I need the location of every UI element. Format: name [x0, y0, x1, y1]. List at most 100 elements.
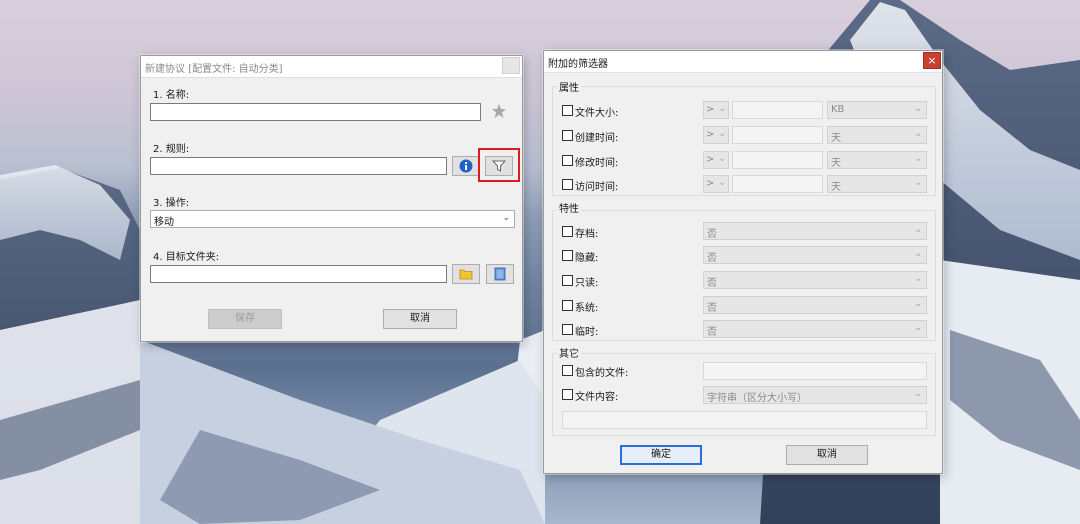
attribute-label: 存档: — [575, 229, 599, 240]
filter-cancel-button[interactable]: 取消 — [786, 445, 868, 465]
include-files-label: 包含的文件: — [575, 368, 629, 379]
chevron-down-icon: ⌄ — [718, 154, 726, 164]
property-unit-value: 天 — [831, 182, 841, 193]
action-label: 3. 操作: — [153, 198, 190, 209]
property-operator-value: > — [706, 154, 715, 165]
save-button[interactable]: 保存 — [208, 309, 282, 329]
property-checkbox[interactable] — [562, 130, 573, 141]
property-operator-value: > — [706, 178, 715, 189]
properties-group-label: 属性 — [557, 79, 581, 94]
attribute-label: 临时: — [575, 327, 599, 338]
file-content-label: 文件内容: — [575, 392, 619, 403]
chevron-down-icon: ⌄ — [914, 104, 922, 114]
action-select[interactable]: 移动 ⌄ — [150, 210, 515, 228]
attribute-checkbox[interactable] — [562, 275, 573, 286]
property-value-input[interactable] — [732, 126, 823, 144]
file-content-text-input[interactable] — [562, 411, 927, 429]
filter-button[interactable] — [485, 156, 513, 176]
chevron-down-icon: ⌄ — [914, 129, 922, 139]
name-label: 1. 名称: — [153, 90, 190, 101]
property-label: 访问时间: — [575, 182, 619, 193]
property-checkbox[interactable] — [562, 105, 573, 116]
rule-label: 2. 规则: — [153, 144, 190, 155]
property-label: 创建时间: — [575, 133, 619, 144]
attribute-value-select[interactable]: 否 ⌄ — [703, 296, 927, 314]
attribute-value-select[interactable]: 否 ⌄ — [703, 222, 927, 240]
close-icon[interactable]: × — [923, 52, 941, 69]
property-unit-select[interactable]: 天 ⌄ — [827, 126, 927, 144]
property-label: 文件大小: — [575, 108, 619, 119]
attribute-value: 否 — [707, 278, 717, 289]
target-folder-label: 4. 目标文件夹: — [153, 252, 220, 263]
attribute-checkbox[interactable] — [562, 300, 573, 311]
close-button[interactable] — [502, 57, 520, 74]
property-checkbox[interactable] — [562, 179, 573, 190]
attribute-label: 系统: — [575, 303, 599, 314]
extra-filter-window: 附加的筛选器 × 属性 文件大小: > ⌄ KB ⌄ 创建时间: > ⌄ 天 ⌄ 修改时间: > ⌄ 天 ⌄… — [543, 50, 943, 474]
star-icon[interactable] — [491, 103, 507, 119]
attribute-checkbox[interactable] — [562, 324, 573, 335]
action-select-value: 移动 — [154, 217, 174, 228]
property-unit-value: 天 — [831, 133, 841, 144]
attribute-value-select[interactable]: 否 ⌄ — [703, 271, 927, 289]
chevron-down-icon: ⌄ — [718, 129, 726, 139]
rule-input[interactable] — [150, 157, 447, 175]
property-operator-select[interactable]: > ⌄ — [703, 126, 729, 144]
file-content-mode-select[interactable]: 字符串（区分大小写） ⌄ — [703, 386, 927, 404]
new-rule-titlebar[interactable]: 新建协议 [配置文件: 自动分类] — [141, 56, 522, 78]
attribute-value-select[interactable]: 否 ⌄ — [703, 320, 927, 338]
library-button[interactable] — [486, 264, 514, 284]
property-value-input[interactable] — [732, 101, 823, 119]
filter-icon — [492, 160, 506, 172]
property-operator-select[interactable]: > ⌄ — [703, 101, 729, 119]
folder-icon — [459, 269, 473, 280]
chevron-down-icon: ⌄ — [914, 389, 922, 399]
attribute-checkbox[interactable] — [562, 226, 573, 237]
cancel-button[interactable]: 取消 — [383, 309, 457, 329]
attribute-value: 否 — [707, 327, 717, 338]
property-unit-select[interactable]: KB ⌄ — [827, 101, 927, 119]
chevron-down-icon: ⌄ — [914, 249, 922, 259]
attributes-group-label: 特性 — [557, 200, 581, 215]
book-icon — [494, 267, 506, 281]
attribute-label: 只读: — [575, 278, 599, 289]
attribute-checkbox[interactable] — [562, 250, 573, 261]
target-folder-input[interactable] — [150, 265, 447, 283]
other-group-label: 其它 — [557, 345, 581, 360]
chevron-down-icon: ⌄ — [914, 323, 922, 333]
property-operator-value: > — [706, 104, 715, 115]
filter-window-title: 附加的筛选器 — [548, 59, 608, 70]
file-content-mode-value: 字符串（区分大小写） — [707, 393, 807, 404]
attribute-value-select[interactable]: 否 ⌄ — [703, 246, 927, 264]
info-icon — [459, 159, 473, 173]
chevron-down-icon: ⌄ — [914, 274, 922, 284]
attribute-value: 否 — [707, 303, 717, 314]
property-value-input[interactable] — [732, 151, 823, 169]
property-unit-select[interactable]: 天 ⌄ — [827, 175, 927, 193]
file-content-checkbox[interactable] — [562, 389, 573, 400]
rule-info-button[interactable] — [452, 156, 480, 176]
property-unit-select[interactable]: 天 ⌄ — [827, 151, 927, 169]
attribute-value: 否 — [707, 229, 717, 240]
attribute-value: 否 — [707, 253, 717, 264]
ok-button[interactable]: 确定 — [620, 445, 702, 465]
chevron-down-icon: ⌄ — [502, 213, 510, 223]
browse-folder-button[interactable] — [452, 264, 480, 284]
chevron-down-icon: ⌄ — [914, 299, 922, 309]
property-label: 修改时间: — [575, 158, 619, 169]
include-files-input[interactable] — [703, 362, 927, 380]
name-input[interactable] — [150, 103, 481, 121]
chevron-down-icon: ⌄ — [718, 104, 726, 114]
chevron-down-icon: ⌄ — [914, 154, 922, 164]
property-unit-value: KB — [831, 104, 845, 115]
property-checkbox[interactable] — [562, 155, 573, 166]
property-operator-value: > — [706, 129, 715, 140]
property-value-input[interactable] — [732, 175, 823, 193]
property-operator-select[interactable]: > ⌄ — [703, 175, 729, 193]
filter-titlebar[interactable]: 附加的筛选器 × — [544, 51, 942, 73]
include-files-checkbox[interactable] — [562, 365, 573, 376]
chevron-down-icon: ⌄ — [718, 178, 726, 188]
new-rule-window: 新建协议 [配置文件: 自动分类] 1. 名称: 2. 规则: 3. 操作: 移… — [140, 55, 523, 342]
property-operator-select[interactable]: > ⌄ — [703, 151, 729, 169]
attribute-label: 隐藏: — [575, 253, 599, 264]
